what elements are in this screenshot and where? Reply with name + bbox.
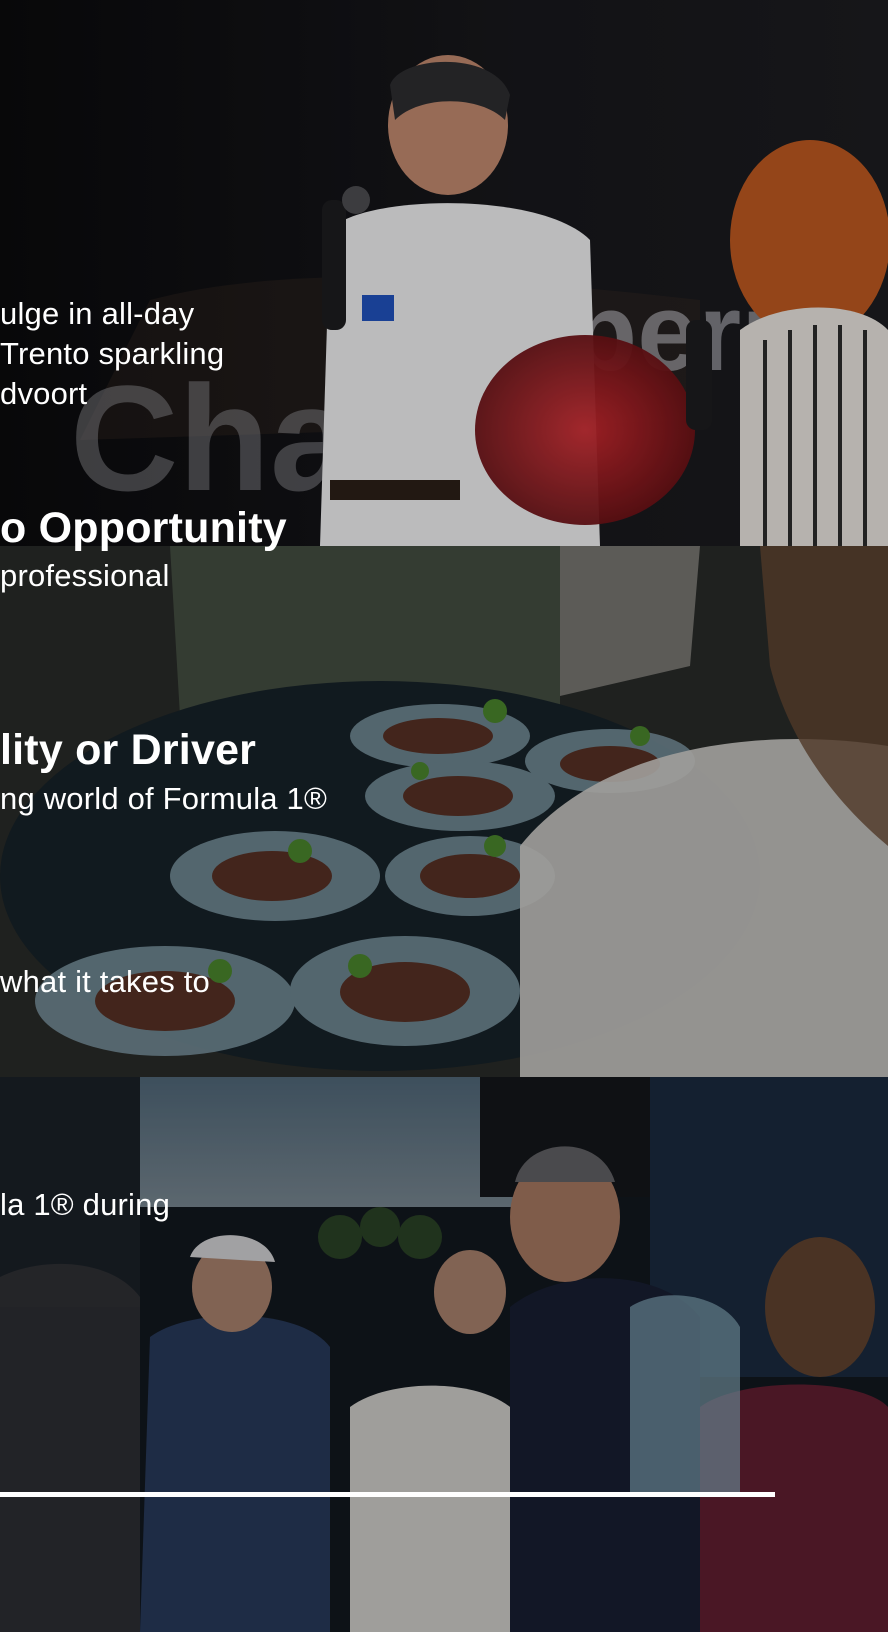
- section-heading-driver: lity or Driver: [0, 726, 257, 774]
- slide-progress-fill: [0, 1492, 776, 1497]
- section-description: what it takes to: [0, 964, 210, 999]
- intro-paragraph-line: dvoort: [0, 376, 88, 411]
- opportunity-description: professional: [0, 558, 170, 593]
- paddock-crowd-photo: [0, 1077, 888, 1632]
- section-heading-opportunity: o Opportunity: [0, 504, 287, 552]
- intro-paragraph-line: Trento sparkling: [0, 336, 225, 371]
- section-description: la 1® during: [0, 1187, 171, 1222]
- driver-description: ng world of Formula 1®: [0, 781, 328, 816]
- intro-paragraph-line: ulge in all-day: [0, 296, 195, 331]
- slide-progress-bar: [0, 1492, 888, 1497]
- hospitality-stage-photo: Chan peri: [0, 0, 888, 546]
